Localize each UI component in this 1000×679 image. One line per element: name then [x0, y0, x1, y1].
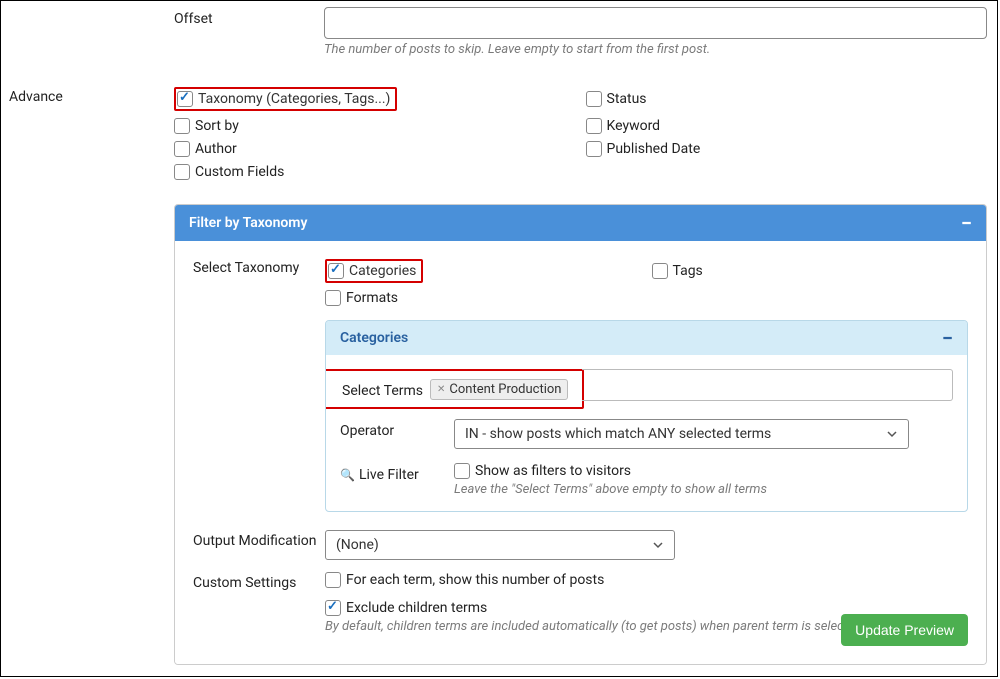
chevron-down-icon: [886, 428, 898, 440]
checkbox-show-filters-label: Show as filters to visitors: [475, 463, 631, 479]
checkbox-taxonomy-label: Taxonomy (Categories, Tags...): [198, 91, 390, 107]
checkbox-published[interactable]: [586, 141, 602, 157]
checkbox-formats-label: Formats: [346, 290, 398, 306]
update-preview-button[interactable]: Update Preview: [841, 614, 968, 646]
output-modification-label: Output Modification: [193, 530, 325, 549]
term-chip-label: Content Production: [449, 382, 561, 397]
custom-settings-label: Custom Settings: [193, 572, 325, 591]
checkbox-customfields-label: Custom Fields: [195, 164, 284, 180]
checkbox-status-label: Status: [607, 91, 647, 107]
categories-panel-title: Categories: [340, 330, 408, 346]
output-modification-select[interactable]: (None): [325, 530, 675, 560]
highlight-select-terms: Select Terms ✕ Content Production: [325, 369, 584, 409]
checkbox-show-filters[interactable]: [454, 463, 470, 479]
checkbox-status[interactable]: [586, 91, 602, 107]
categories-panel: Categories − Select Terms: [325, 320, 968, 512]
advance-label: Advance: [9, 85, 174, 105]
remove-icon[interactable]: ✕: [437, 384, 445, 395]
checkbox-author[interactable]: [174, 141, 190, 157]
collapse-icon[interactable]: −: [961, 217, 972, 229]
checkbox-tags-label: Tags: [673, 263, 703, 279]
offset-label: Offset: [174, 11, 213, 27]
checkbox-published-label: Published Date: [607, 141, 701, 157]
checkbox-sortby-label: Sort by: [195, 118, 239, 134]
offset-helper: The number of posts to skip. Leave empty…: [324, 42, 987, 57]
offset-input[interactable]: [324, 7, 987, 39]
collapse-icon[interactable]: −: [942, 332, 953, 344]
select-taxonomy-label: Select Taxonomy: [193, 257, 325, 276]
checkbox-sortby[interactable]: [174, 118, 190, 134]
filter-taxonomy-panel: Filter by Taxonomy − Select Taxonomy: [174, 204, 987, 665]
categories-panel-header[interactable]: Categories −: [326, 321, 967, 355]
checkbox-taxonomy[interactable]: [177, 91, 193, 107]
checkbox-categories[interactable]: [328, 263, 344, 279]
checkbox-author-label: Author: [195, 141, 237, 157]
checkbox-formats[interactable]: [325, 290, 341, 306]
checkbox-exclude-children[interactable]: [325, 600, 341, 616]
search-icon: 🔍: [340, 468, 355, 482]
checkbox-each-term[interactable]: [325, 572, 341, 588]
checkbox-customfields[interactable]: [174, 164, 190, 180]
checkbox-categories-label: Categories: [349, 263, 416, 279]
checkbox-tags[interactable]: [652, 263, 668, 279]
checkbox-exclude-children-label: Exclude children terms: [346, 600, 487, 616]
highlight-taxonomy: Taxonomy (Categories, Tags...): [174, 87, 397, 111]
select-terms-label: Select Terms: [342, 379, 430, 399]
filter-taxonomy-title: Filter by Taxonomy: [189, 215, 307, 231]
chevron-down-icon: [652, 539, 664, 551]
highlight-categories: Categories: [325, 259, 423, 283]
live-filter-helper: Leave the "Select Terms" above empty to …: [454, 482, 953, 497]
operator-select-value: IN - show posts which match ANY selected…: [465, 426, 771, 442]
filter-taxonomy-header[interactable]: Filter by Taxonomy −: [175, 205, 986, 241]
checkbox-each-term-label: For each term, show this number of posts: [346, 572, 604, 588]
checkbox-keyword[interactable]: [586, 118, 602, 134]
operator-select[interactable]: IN - show posts which match ANY selected…: [454, 419, 909, 449]
term-chip[interactable]: ✕ Content Production: [430, 379, 568, 400]
operator-label: Operator: [340, 419, 454, 439]
live-filter-label: 🔍Live Filter: [340, 463, 454, 483]
checkbox-keyword-label: Keyword: [607, 118, 661, 134]
terms-input-extend[interactable]: [582, 369, 953, 401]
output-modification-value: (None): [336, 537, 379, 553]
